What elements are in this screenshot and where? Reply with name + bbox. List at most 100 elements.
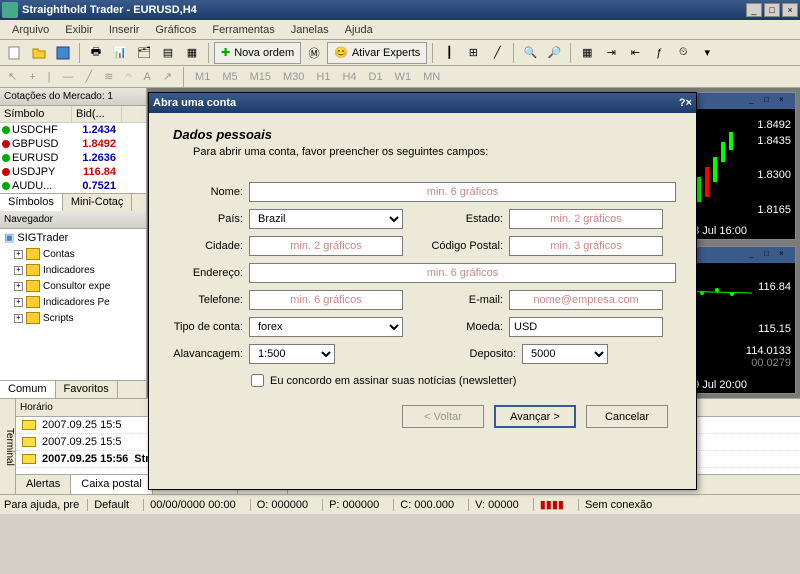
- templates-icon[interactable]: ▾: [696, 42, 718, 64]
- tf-m30[interactable]: M30: [279, 71, 308, 83]
- menu-graficos[interactable]: Gráficos: [147, 24, 204, 36]
- tf-m1[interactable]: M1: [191, 71, 214, 83]
- print-icon[interactable]: 🖶: [85, 42, 107, 64]
- indicators-icon[interactable]: ƒ: [648, 42, 670, 64]
- menu-ferramentas[interactable]: Ferramentas: [204, 24, 282, 36]
- zoom-in-icon[interactable]: 🔍: [519, 42, 541, 64]
- crosshair-icon[interactable]: +: [25, 71, 39, 83]
- tree-item[interactable]: +Scripts: [0, 310, 146, 326]
- channel-icon[interactable]: ≋: [100, 70, 117, 83]
- menu-janelas[interactable]: Janelas: [283, 24, 337, 36]
- tile-icon[interactable]: ▦: [576, 42, 598, 64]
- envelope-icon: [22, 420, 36, 430]
- tab-simbolos[interactable]: Símbolos: [0, 194, 63, 211]
- pais-select[interactable]: Brazil: [249, 209, 403, 229]
- nova-ordem-button[interactable]: ✚Nova ordem: [214, 42, 301, 64]
- tf-d1[interactable]: D1: [365, 71, 387, 83]
- voltar-button[interactable]: < Voltar: [402, 405, 484, 428]
- cancelar-button[interactable]: Cancelar: [586, 405, 668, 428]
- trend-icon[interactable]: ╱: [82, 70, 97, 83]
- new-chart-icon[interactable]: [4, 42, 26, 64]
- tree-item[interactable]: +Consultor expe: [0, 278, 146, 294]
- tree-root[interactable]: ▣SIGTrader: [0, 229, 146, 246]
- minimize-icon[interactable]: _: [746, 3, 762, 17]
- alav-select[interactable]: 1:500: [249, 344, 335, 364]
- dialog-title: Abra uma conta: [153, 97, 679, 109]
- tf-m5[interactable]: M5: [218, 71, 241, 83]
- zoom-out-icon[interactable]: 🔎: [543, 42, 565, 64]
- arrow-icon[interactable]: ↗: [159, 70, 176, 83]
- text-icon[interactable]: A: [139, 71, 154, 83]
- meta-icon[interactable]: Ⓜ: [303, 42, 325, 64]
- tipo-select[interactable]: forex: [249, 317, 403, 337]
- tester-icon[interactable]: ▦: [181, 42, 203, 64]
- chart1-close-icon[interactable]: ×: [779, 95, 793, 107]
- moeda-field[interactable]: [509, 317, 663, 337]
- tf-h4[interactable]: H4: [338, 71, 360, 83]
- menu-exibir[interactable]: Exibir: [57, 24, 101, 36]
- bars-icon[interactable]: ┃: [438, 42, 460, 64]
- dialog-close-icon[interactable]: ×: [686, 97, 692, 109]
- cidade-field[interactable]: [249, 236, 403, 256]
- col-bid[interactable]: Bid(...: [72, 106, 122, 122]
- tab-minicotac[interactable]: Mini-Cotaç: [63, 194, 133, 211]
- open-icon[interactable]: [28, 42, 50, 64]
- envelope-icon: [22, 454, 36, 464]
- chart2-close-icon[interactable]: ×: [779, 249, 793, 261]
- avancar-button[interactable]: Avançar >: [494, 405, 576, 428]
- chart1-max-icon[interactable]: □: [764, 95, 778, 107]
- tree-item[interactable]: +Indicadores: [0, 262, 146, 278]
- tf-m15[interactable]: M15: [246, 71, 275, 83]
- close-icon[interactable]: ×: [782, 3, 798, 17]
- menu-ajuda[interactable]: Ajuda: [337, 24, 381, 36]
- chart1-min-icon[interactable]: _: [749, 95, 763, 107]
- envelope-icon: [22, 437, 36, 447]
- market-row[interactable]: USDJPY116.84: [0, 165, 146, 179]
- line-icon[interactable]: ╱: [486, 42, 508, 64]
- chart2-min-icon[interactable]: _: [749, 249, 763, 261]
- dialog-help-icon[interactable]: ?: [679, 97, 686, 109]
- menu-inserir[interactable]: Inserir: [101, 24, 148, 36]
- estado-field[interactable]: [509, 209, 663, 229]
- shift-icon[interactable]: ⇤: [624, 42, 646, 64]
- ativar-experts-button[interactable]: 😊Ativar Experts: [327, 42, 427, 64]
- save-icon[interactable]: [52, 42, 74, 64]
- tab-alertas[interactable]: Alertas: [16, 475, 71, 494]
- tree-item[interactable]: +Indicadores Pe: [0, 294, 146, 310]
- market-row[interactable]: AUDU...0.7521: [0, 179, 146, 193]
- cursor-icon[interactable]: ↖: [4, 70, 21, 83]
- candles-icon[interactable]: ⊞: [462, 42, 484, 64]
- tf-h1[interactable]: H1: [312, 71, 334, 83]
- tree-item[interactable]: +Contas: [0, 246, 146, 262]
- open-account-dialog: Abra uma conta ? × Dados pessoais Para a…: [148, 92, 697, 490]
- tab-comum[interactable]: Comum: [0, 381, 56, 398]
- fib-icon[interactable]: 𝄐: [121, 70, 135, 83]
- market-row[interactable]: EURUSD1.2636: [0, 151, 146, 165]
- vline-icon[interactable]: |: [44, 71, 55, 83]
- menu-arquivo[interactable]: Arquivo: [4, 24, 57, 36]
- col-symbol[interactable]: Símbolo: [0, 106, 72, 122]
- tab-favoritos[interactable]: Favoritos: [56, 381, 118, 398]
- nome-field[interactable]: [249, 182, 676, 202]
- nav-icon[interactable]: 🗂: [133, 42, 155, 64]
- email-field[interactable]: [509, 290, 663, 310]
- tf-w1[interactable]: W1: [391, 71, 416, 83]
- telefone-field[interactable]: [249, 290, 403, 310]
- deposito-select[interactable]: 5000: [522, 344, 608, 364]
- market-row[interactable]: GBPUSD1.8492: [0, 137, 146, 151]
- autoscroll-icon[interactable]: ⇥: [600, 42, 622, 64]
- market-row[interactable]: USDCHF1.2434: [0, 123, 146, 137]
- market-icon[interactable]: 📊: [109, 42, 131, 64]
- chart2-max-icon[interactable]: □: [764, 249, 778, 261]
- newsletter-checkbox[interactable]: [251, 374, 264, 387]
- window-titlebar: Straighthold Trader - EURUSD,H4 _ □ ×: [0, 0, 800, 20]
- terminal-icon[interactable]: ▤: [157, 42, 179, 64]
- tf-mn[interactable]: MN: [419, 71, 444, 83]
- tab-caixa-postal[interactable]: Caixa postal: [71, 475, 153, 494]
- restore-icon[interactable]: □: [764, 3, 780, 17]
- codigo-field[interactable]: [509, 236, 663, 256]
- endereco-field[interactable]: [249, 263, 676, 283]
- status-conn: Sem conexão: [578, 499, 658, 511]
- hline-icon[interactable]: —: [59, 71, 78, 83]
- periods-icon[interactable]: ⏲: [672, 42, 694, 64]
